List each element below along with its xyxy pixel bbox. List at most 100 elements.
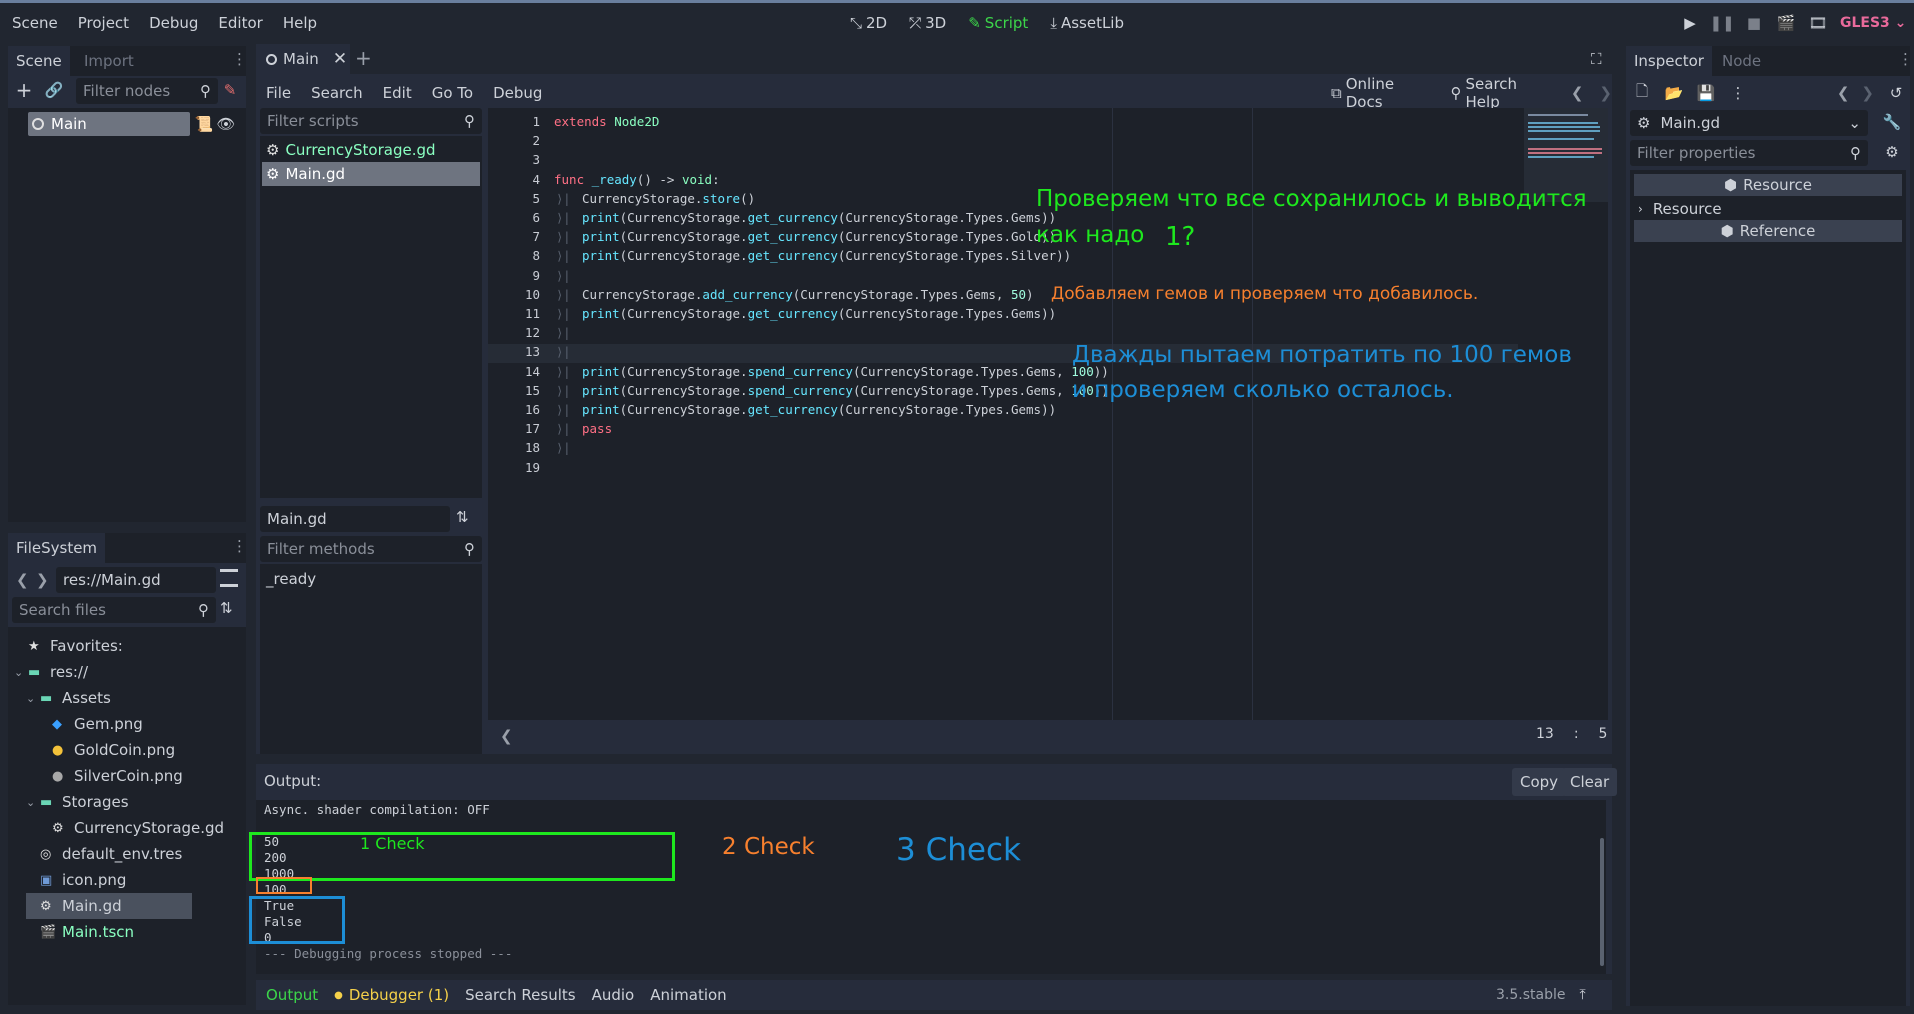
- close-tab-icon[interactable]: ✕: [333, 49, 347, 69]
- workspace-2d[interactable]: ⤡ 2D: [850, 14, 887, 32]
- menu-scene[interactable]: Scene: [12, 14, 58, 32]
- file-tree-item[interactable]: ⚙ CurrencyStorage.gd: [38, 815, 224, 841]
- chevron-down-icon[interactable]: ⌄: [26, 796, 40, 809]
- chevron-down-icon[interactable]: ⌄: [14, 666, 28, 679]
- object-properties-icon[interactable]: 🔧: [1882, 112, 1902, 132]
- chevron-down-icon[interactable]: ⌄: [26, 692, 40, 705]
- dock-menu-icon[interactable]: ⋮: [232, 50, 247, 68]
- history-icon[interactable]: ↺: [1886, 83, 1906, 103]
- save-resource-icon[interactable]: 💾: [1696, 83, 1716, 103]
- script-add-icon[interactable]: ✎: [220, 80, 240, 100]
- tab-main[interactable]: Main ✕: [256, 44, 350, 74]
- forward-arrow-icon[interactable]: ❯: [36, 571, 49, 589]
- menu-debug[interactable]: Debug: [149, 14, 198, 32]
- section-reference[interactable]: ⬢ Reference: [1634, 220, 1902, 242]
- new-tab-icon[interactable]: +: [355, 46, 372, 70]
- file-tree-item[interactable]: ● SilverCoin.png: [38, 763, 183, 789]
- path-field[interactable]: res://Main.gd: [56, 567, 216, 593]
- property-resource[interactable]: › Resource: [1638, 198, 1722, 220]
- script-menu-debug[interactable]: Debug: [493, 84, 542, 102]
- line-number: 5: [532, 190, 540, 206]
- tab-inspector[interactable]: Inspector: [1626, 46, 1712, 76]
- property-filter-icon[interactable]: ⚙: [1882, 142, 1902, 162]
- pause-icon[interactable]: ❚❚: [1709, 13, 1734, 33]
- tab-output[interactable]: Output: [266, 986, 318, 1004]
- script-item-currencystorage[interactable]: ⚙ CurrencyStorage.gd: [262, 138, 480, 162]
- script-menu-file[interactable]: File: [266, 84, 291, 102]
- script-item-main[interactable]: ⚙ Main.gd: [262, 162, 480, 186]
- attached-script-icon[interactable]: 📜: [194, 114, 214, 134]
- filter-methods-input[interactable]: Filter methods ⚲: [260, 536, 482, 562]
- play-scene-icon[interactable]: 🎬: [1776, 13, 1796, 33]
- copy-button[interactable]: Copy: [1512, 768, 1567, 796]
- pin-panel-icon[interactable]: ⤒: [1579, 987, 1585, 1003]
- workspace-script[interactable]: ✎ Script: [968, 14, 1028, 32]
- menu-help[interactable]: Help: [283, 14, 317, 32]
- tab-search-results[interactable]: Search Results: [465, 986, 575, 1004]
- file-tree-item[interactable]: ◎ default_env.tres: [26, 841, 182, 867]
- filter-scripts-input[interactable]: Filter scripts ⚲: [260, 108, 482, 134]
- stop-icon[interactable]: ■: [1744, 13, 1764, 33]
- add-node-icon[interactable]: +: [14, 78, 34, 102]
- tab-filesystem[interactable]: FileSystem: [8, 533, 106, 563]
- file-tree-item[interactable]: ◆ Gem.png: [38, 711, 143, 737]
- inspector-menu-icon[interactable]: ⋮: [1898, 50, 1913, 68]
- object-selector[interactable]: ⚙ Main.gd ⌄: [1630, 110, 1868, 136]
- file-tree-item[interactable]: ⚙ Main.gd: [26, 893, 192, 919]
- output-log[interactable]: Async. shader compilation: OFF 50 200 1000 1…: [256, 800, 1606, 974]
- filesystem-menu-icon[interactable]: ⋮: [232, 537, 247, 555]
- visibility-eye-icon[interactable]: 👁: [216, 114, 236, 134]
- tab-debugger[interactable]: ● Debugger (1): [334, 986, 449, 1004]
- online-docs-link[interactable]: ⧉ Online Docs: [1331, 75, 1435, 111]
- method-item-ready[interactable]: _ready: [266, 570, 316, 588]
- file-tree-item[interactable]: 🎬 Main.tscn: [26, 919, 134, 945]
- play-icon[interactable]: ▶: [1680, 13, 1700, 33]
- script-menu-edit[interactable]: Edit: [383, 84, 412, 102]
- script-menu-goto[interactable]: Go To: [432, 84, 473, 102]
- more-options-icon[interactable]: ⋮: [1728, 83, 1748, 103]
- search-icon: ⚲: [198, 601, 209, 619]
- line-number: 17: [524, 421, 540, 437]
- menu-editor[interactable]: Editor: [218, 14, 262, 32]
- file-tree-item[interactable]: ⌄ ▬ res://: [14, 659, 88, 685]
- collapse-panel-icon[interactable]: ❮: [500, 727, 513, 745]
- history-forward-icon[interactable]: ❯: [1861, 84, 1874, 102]
- next-script-icon[interactable]: ❯: [1599, 84, 1612, 102]
- new-resource-icon[interactable]: 🗋: [1632, 82, 1652, 103]
- clear-button[interactable]: Clear: [1562, 768, 1618, 796]
- filter-nodes-input[interactable]: Filter nodes ⚲: [76, 78, 218, 104]
- search-files-input[interactable]: Search files ⚲: [12, 597, 216, 623]
- back-arrow-icon[interactable]: ❮: [16, 571, 29, 589]
- link-icon[interactable]: 🔗: [44, 80, 64, 100]
- prev-script-icon[interactable]: ❮: [1571, 84, 1584, 102]
- filter-properties-input[interactable]: Filter properties ⚲: [1630, 140, 1868, 166]
- menu-project[interactable]: Project: [78, 14, 129, 32]
- workspace-3d[interactable]: ⤱ 3D: [909, 14, 946, 32]
- file-tree-item[interactable]: ⌄ ▬ Assets: [26, 685, 111, 711]
- tab-audio[interactable]: Audio: [592, 986, 635, 1004]
- fullscreen-icon[interactable]: ⛶: [1591, 50, 1602, 68]
- search-help-button[interactable]: ⚲ Search Help: [1451, 75, 1555, 111]
- tab-import[interactable]: Import: [76, 46, 142, 76]
- output-line: --- Debugging process stopped ---: [264, 946, 513, 961]
- file-tree-item[interactable]: ▣ icon.png: [26, 867, 126, 893]
- sort-icon[interactable]: ⇅: [220, 599, 233, 617]
- load-resource-icon[interactable]: 📂: [1664, 83, 1684, 103]
- play-custom-scene-icon[interactable]: 🎞: [1808, 13, 1828, 33]
- workspace-assetlib[interactable]: ⤓ AssetLib: [1050, 14, 1124, 32]
- file-tree-item[interactable]: ⌄ ▬ Storages: [26, 789, 129, 815]
- sort-methods-icon[interactable]: ⇅: [456, 508, 469, 526]
- history-back-icon[interactable]: ❮: [1837, 84, 1850, 102]
- output-scrollbar[interactable]: [1600, 838, 1604, 966]
- file-tree-item[interactable]: ● GoldCoin.png: [38, 737, 175, 763]
- renderer-select[interactable]: GLES3 ⌄: [1840, 15, 1906, 31]
- scene-node-main[interactable]: Main: [28, 112, 190, 136]
- tab-node[interactable]: Node: [1714, 46, 1769, 76]
- chevron-down-icon: ⌄: [1848, 114, 1861, 132]
- file-tree-item[interactable]: ★ Favorites:: [14, 633, 123, 659]
- split-view-icon[interactable]: [220, 569, 238, 587]
- script-menu-search[interactable]: Search: [311, 84, 363, 102]
- tab-animation[interactable]: Animation: [650, 986, 726, 1004]
- tab-scene[interactable]: Scene: [8, 46, 70, 76]
- section-resource[interactable]: ⬢ Resource: [1634, 174, 1902, 196]
